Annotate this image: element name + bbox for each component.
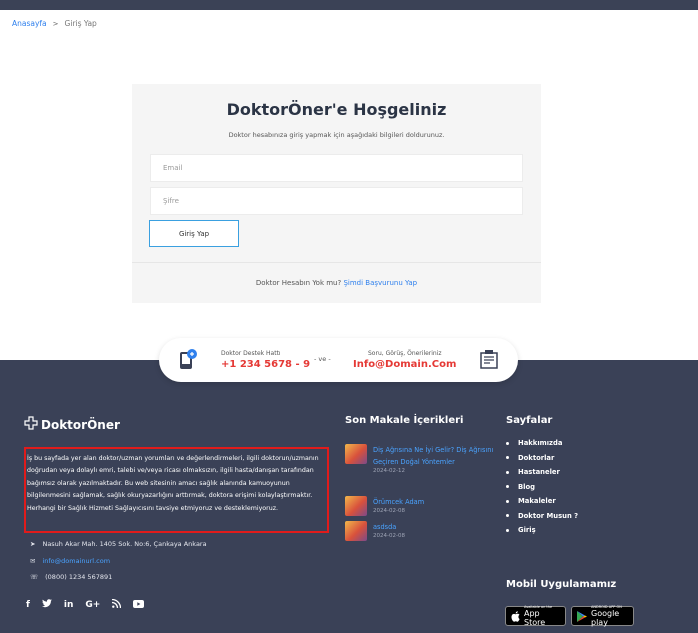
contact-pill: Doktor Destek Hattı +1 234 5678 - 9 - ve…: [159, 338, 518, 382]
twitter-icon[interactable]: [41, 599, 52, 611]
google-play-icon: [577, 607, 587, 626]
logo-text: DoktorÖner: [41, 417, 120, 432]
breadcrumb-home-link[interactable]: Anasayfa: [12, 19, 47, 28]
page-link-are-you-doctor[interactable]: Doktor Musun ?: [506, 509, 578, 524]
phone-line: ☏ (0800) 1234 567891: [30, 573, 112, 581]
googleplay-label: Google play: [591, 609, 620, 627]
login-card: DoktorÖner'e Hoşgeliniz Doktor hesabınız…: [132, 84, 541, 303]
register-link[interactable]: Şimdi Başvurunu Yap: [343, 279, 417, 287]
article-item[interactable]: Örümcek Adam 2024-02-08: [345, 496, 424, 516]
article-thumbnail: [345, 521, 367, 541]
footer-phone[interactable]: (0800) 1234 567891: [45, 573, 112, 581]
login-button[interactable]: Giriş Yap: [149, 220, 239, 247]
appstore-label: App Store: [524, 609, 546, 627]
pages-list: Hakkımızda Doktorlar Hastaneler Blog Mak…: [506, 436, 578, 538]
article-title[interactable]: asdsda: [373, 521, 405, 533]
article-thumbnail: [345, 444, 367, 464]
address-text: Nasuh Akar Mah. 1405 Sok. No:6, Çankaya …: [42, 540, 207, 548]
linkedin-icon[interactable]: in: [64, 600, 74, 610]
article-title[interactable]: Diş Ağrısına Ne İyi Gelir? Diş Ağrısını …: [373, 444, 495, 468]
breadcrumb: Anasayfa > Giriş Yap: [12, 19, 97, 28]
phone-icon: ☏: [30, 573, 39, 581]
article-item[interactable]: Diş Ağrısına Ne İyi Gelir? Diş Ağrısını …: [345, 444, 495, 474]
email-line[interactable]: ✉ info@domainurl.com: [30, 557, 110, 565]
google-play-button[interactable]: ANDROID APP ON Google play: [571, 605, 634, 627]
page-link-doctors[interactable]: Doktorlar: [506, 451, 578, 466]
articles-title: Son Makale İçerikleri: [345, 415, 464, 426]
contact-separator: - ve -: [314, 355, 331, 363]
page-link-blog[interactable]: Blog: [506, 480, 578, 495]
footer-logo[interactable]: DoktorÖner: [24, 416, 120, 433]
article-date: 2024-02-12: [373, 468, 405, 474]
breadcrumb-current: Giriş Yap: [64, 19, 97, 28]
mail-label: Soru, Görüş, Önerileriniz: [368, 350, 442, 357]
top-nav-bar: [0, 0, 698, 10]
facebook-icon[interactable]: f: [26, 600, 30, 610]
social-links: f in G+: [26, 598, 145, 611]
logo-cross-icon: [24, 416, 38, 433]
location-arrow-icon: ➤: [30, 540, 36, 548]
article-date: 2024-02-08: [373, 508, 405, 514]
phone-support-icon: [175, 348, 199, 372]
apple-icon: [511, 607, 520, 626]
article-thumbnail: [345, 496, 367, 516]
card-divider: [132, 262, 541, 263]
mobile-title: Mobil Uygulamamız: [506, 579, 617, 590]
address-line: ➤ Nasuh Akar Mah. 1405 Sok. No:6, Çankay…: [30, 540, 207, 548]
login-subtitle: Doktor hesabınıza giriş yapmak için aşağ…: [228, 131, 445, 139]
rss-icon[interactable]: [112, 598, 122, 611]
app-store-button[interactable]: Available on the App Store: [505, 605, 566, 627]
youtube-icon[interactable]: [133, 599, 145, 611]
google-plus-icon[interactable]: G+: [85, 600, 100, 610]
article-title[interactable]: Örümcek Adam: [373, 496, 424, 508]
email-field[interactable]: [163, 164, 522, 172]
article-item[interactable]: asdsda 2024-02-08: [345, 521, 405, 541]
pages-title: Sayfalar: [506, 415, 553, 426]
login-title: DoktorÖner'e Hoşgeliniz: [226, 100, 447, 119]
hotline-number[interactable]: +1 234 5678 - 9: [221, 359, 310, 370]
footer-email[interactable]: info@domainurl.com: [42, 557, 110, 565]
hotline-label: Doktor Destek Hattı: [221, 350, 281, 357]
register-text: Doktor Hesabın Yok mu?: [255, 279, 342, 287]
page-link-login[interactable]: Giriş: [506, 523, 578, 538]
mail-address[interactable]: Info@Domain.Com: [353, 359, 456, 370]
email-field-wrapper: [150, 154, 523, 182]
breadcrumb-separator: >: [52, 19, 59, 28]
page-link-hospitals[interactable]: Hastaneler: [506, 465, 578, 480]
page-link-about[interactable]: Hakkımızda: [506, 436, 578, 451]
envelope-icon: ✉: [30, 557, 36, 565]
page-link-articles[interactable]: Makaleler: [506, 494, 578, 509]
register-prompt: Doktor Hesabın Yok mu? Şimdi Başvurunu Y…: [132, 279, 541, 287]
disclaimer-text: İş bu sayfada yer alan doktor/uzman yoru…: [24, 447, 329, 533]
password-field-wrapper: [150, 187, 523, 215]
document-icon: [477, 348, 501, 372]
article-date: 2024-02-08: [373, 533, 405, 539]
password-field[interactable]: [163, 197, 522, 205]
